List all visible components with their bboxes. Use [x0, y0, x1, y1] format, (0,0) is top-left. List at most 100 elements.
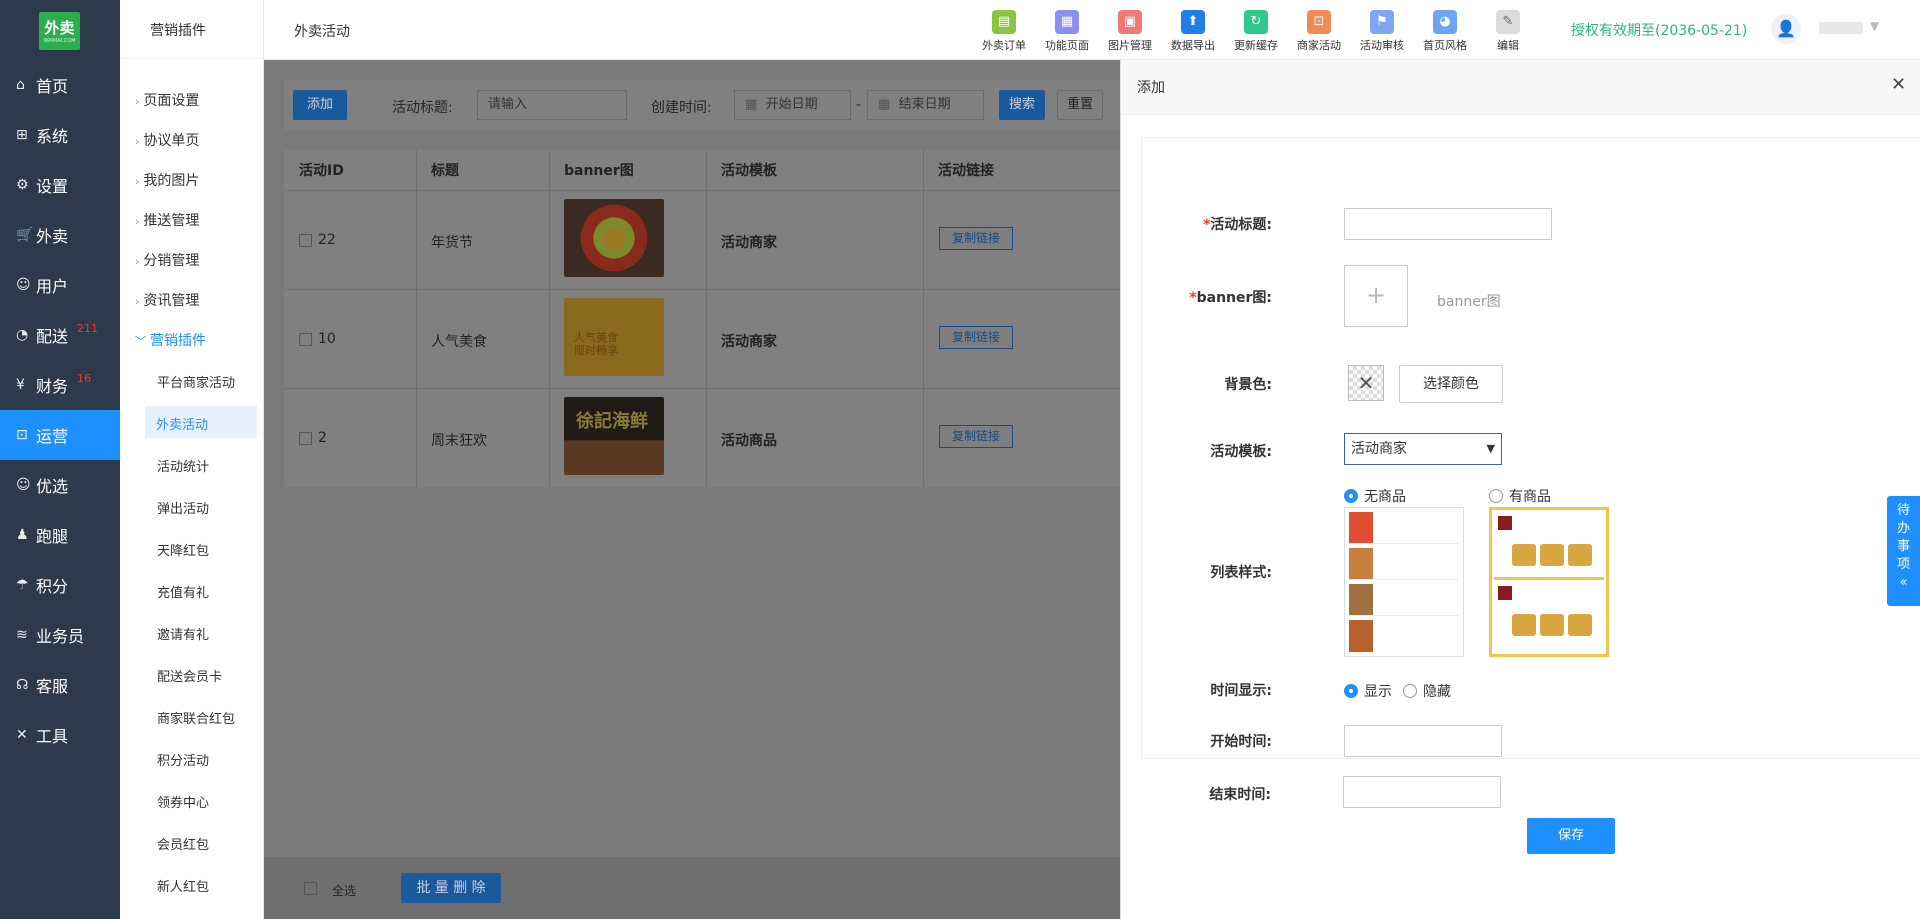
copy-link-button[interactable]: 复制链接 — [939, 326, 1013, 349]
choose-color-button[interactable]: 选择颜色 — [1399, 365, 1503, 403]
banner-upload-button[interactable]: + — [1344, 265, 1408, 327]
subnav-item[interactable]: 积分活动 — [157, 750, 209, 769]
sidebar-item-4[interactable]: ☺ 用户 — [0, 260, 120, 310]
sidebar-item-5[interactable]: ◔ 配送 211 — [0, 310, 120, 360]
list-style-preview-no-goods[interactable] — [1344, 507, 1464, 657]
row-title: 周末狂欢 — [431, 433, 487, 449]
toolbar-order-button[interactable]: ▤ 外卖订单 — [978, 10, 1030, 53]
subnav-group[interactable]: › 推送管理 — [135, 210, 199, 230]
subnav-group[interactable]: › 我的图片 — [135, 170, 199, 190]
close-icon[interactable]: ✕ — [1891, 74, 1906, 95]
preview-logo — [1498, 516, 1512, 530]
end-date-input[interactable]: ▦ 结束日期 — [867, 90, 984, 120]
banner-hint: banner图 — [1437, 294, 1501, 310]
subnav-item[interactable]: 活动统计 — [157, 456, 209, 475]
toolbar-refresh-button[interactable]: ↻ 更新缓存 — [1230, 10, 1282, 53]
sidebar-item-12[interactable]: ☊ 客服 — [0, 660, 120, 710]
subnav-item[interactable]: 领券中心 — [157, 792, 209, 811]
toolbar-pencil-button[interactable]: ✎ 编辑 — [1482, 10, 1534, 53]
select-all-label: 全选 — [332, 884, 357, 898]
subnav-item[interactable]: 新人红包 — [157, 876, 209, 895]
subnav-group[interactable]: ﹀ 营销插件 — [135, 330, 206, 350]
app-logo[interactable]: 外卖 WAIMAI.COM — [39, 12, 80, 50]
batch-delete-button[interactable]: 批 量 删 除 — [401, 873, 501, 903]
username-redacted[interactable] — [1819, 22, 1863, 34]
subnav-group[interactable]: › 分销管理 — [135, 250, 199, 270]
cart-icon: 🛒 — [16, 227, 34, 243]
save-button[interactable]: 保存 — [1527, 818, 1615, 854]
copy-link-button[interactable]: 复制链接 — [939, 425, 1013, 448]
row-checkbox[interactable] — [299, 333, 312, 346]
subnav-item[interactable]: 会员红包 — [157, 834, 209, 853]
sidebar-item-9[interactable]: ♟ 跑腿 — [0, 510, 120, 560]
todo-tab[interactable]: 待办事项 « — [1887, 496, 1920, 606]
row-checkbox[interactable] — [299, 234, 312, 247]
template-select[interactable]: 活动商家 ▼ — [1344, 433, 1502, 465]
preview-card — [1494, 512, 1604, 580]
sidebar-item-6[interactable]: ¥ 财务 16 — [0, 360, 120, 410]
preview-row — [1349, 584, 1459, 616]
subnav-group-label: 分销管理 — [143, 253, 200, 269]
start-date-input[interactable]: ▦ 开始日期 — [734, 90, 851, 120]
subnav-group[interactable]: › 资讯管理 — [135, 290, 199, 310]
activity-title-input[interactable] — [1344, 208, 1552, 240]
preview-row — [1349, 620, 1459, 652]
sidebar-item-label: 工具 — [36, 727, 69, 746]
subnav-item[interactable]: 平台商家活动 — [157, 372, 235, 391]
toolbar-palette-button[interactable]: ◕ 首页风格 — [1419, 10, 1471, 53]
title-filter-input[interactable]: 请输入 — [477, 90, 627, 120]
sidebar-item-13[interactable]: ✕ 工具 — [0, 710, 120, 760]
refresh-icon: ↻ — [1244, 10, 1268, 34]
has-goods-radio[interactable]: 有商品 — [1489, 486, 1551, 506]
toolbar-gift-button[interactable]: ⊡ 商家活动 — [1293, 10, 1345, 53]
copy-link-button[interactable]: 复制链接 — [939, 227, 1013, 250]
sidebar-item-0[interactable]: ⌂ 首页 — [0, 60, 120, 110]
toolbar-flag-button[interactable]: ⚑ 活动审核 — [1356, 10, 1408, 53]
sidebar-item-10[interactable]: ☂ 积分 — [0, 560, 120, 610]
subnav-item[interactable]: 弹出活动 — [157, 498, 209, 517]
sidebar-item-8[interactable]: ☺ 优选 — [0, 460, 120, 510]
placeholder-text: 开始日期 — [765, 97, 818, 112]
subnav-group[interactable]: › 协议单页 — [135, 130, 199, 150]
preview-row — [1349, 548, 1459, 580]
select-all-checkbox[interactable] — [304, 882, 317, 895]
no-goods-radio[interactable]: 无商品 — [1344, 486, 1406, 506]
chevron-down-icon[interactable]: ▼ — [1870, 19, 1879, 33]
windows-icon: ⊞ — [16, 127, 28, 143]
toolbar-grid-button[interactable]: ▦ 功能页面 — [1041, 10, 1093, 53]
sidebar-item-1[interactable]: ⊞ 系统 — [0, 110, 120, 160]
sidebar-item-label: 系统 — [36, 127, 69, 146]
subnav-item[interactable]: 邀请有礼 — [157, 624, 209, 643]
subnav-item[interactable]: 配送会员卡 — [157, 666, 222, 685]
subnav-group[interactable]: › 页面设置 — [135, 90, 199, 110]
add-button[interactable]: 添加 — [293, 90, 347, 120]
toolbar-upload-button[interactable]: ⬆ 数据导出 — [1167, 10, 1219, 53]
start-time-input[interactable] — [1344, 725, 1502, 757]
sidebar-item-11[interactable]: ≋ 业务员 — [0, 610, 120, 660]
hide-time-radio[interactable]: 隐藏 — [1403, 681, 1451, 701]
sidebar-item-label: 运营 — [36, 427, 69, 446]
sidebar-item-2[interactable]: ⚙ 设置 — [0, 160, 120, 210]
divider — [706, 150, 707, 487]
end-time-input[interactable] — [1343, 776, 1501, 808]
search-button[interactable]: 搜索 — [999, 90, 1045, 120]
activity-table: 活动ID 标题 banner图 活动模板 活动链接 22 年货节 活动商家 复制… — [284, 150, 1120, 487]
list-style-preview-has-goods[interactable] — [1489, 507, 1609, 657]
subnav-item[interactable]: 外卖活动 — [145, 406, 257, 438]
toolbar-label: 外卖订单 — [982, 39, 1026, 52]
row-checkbox[interactable] — [299, 432, 312, 445]
subnav-item[interactable]: 充值有礼 — [157, 582, 209, 601]
show-time-radio[interactable]: 显示 — [1344, 681, 1392, 701]
sidebar-item-7[interactable]: ⊡ 运营 — [0, 410, 120, 460]
reset-button[interactable]: 重置 — [1057, 90, 1103, 120]
color-swatch[interactable]: ✕ — [1348, 365, 1384, 401]
subnav-item[interactable]: 商家联合红包 — [157, 708, 235, 727]
avatar[interactable]: 👤 — [1771, 14, 1801, 44]
toolbar-image-button[interactable]: ▣ 图片管理 — [1104, 10, 1156, 53]
subnav-group-label: 页面设置 — [143, 93, 200, 109]
sidebar-item-3[interactable]: 🛒 外卖 — [0, 210, 120, 260]
subnav-item[interactable]: 天降红包 — [157, 540, 209, 559]
row-title: 年货节 — [431, 235, 473, 251]
divider — [416, 150, 417, 487]
main-sidebar: 外卖 WAIMAI.COM ⌂ 首页 ⊞ 系统 ⚙ 设置 🛒 外卖 ☺ 用户 ◔ 配送 211 ¥ 财务 16 ⊡… — [0, 0, 120, 919]
